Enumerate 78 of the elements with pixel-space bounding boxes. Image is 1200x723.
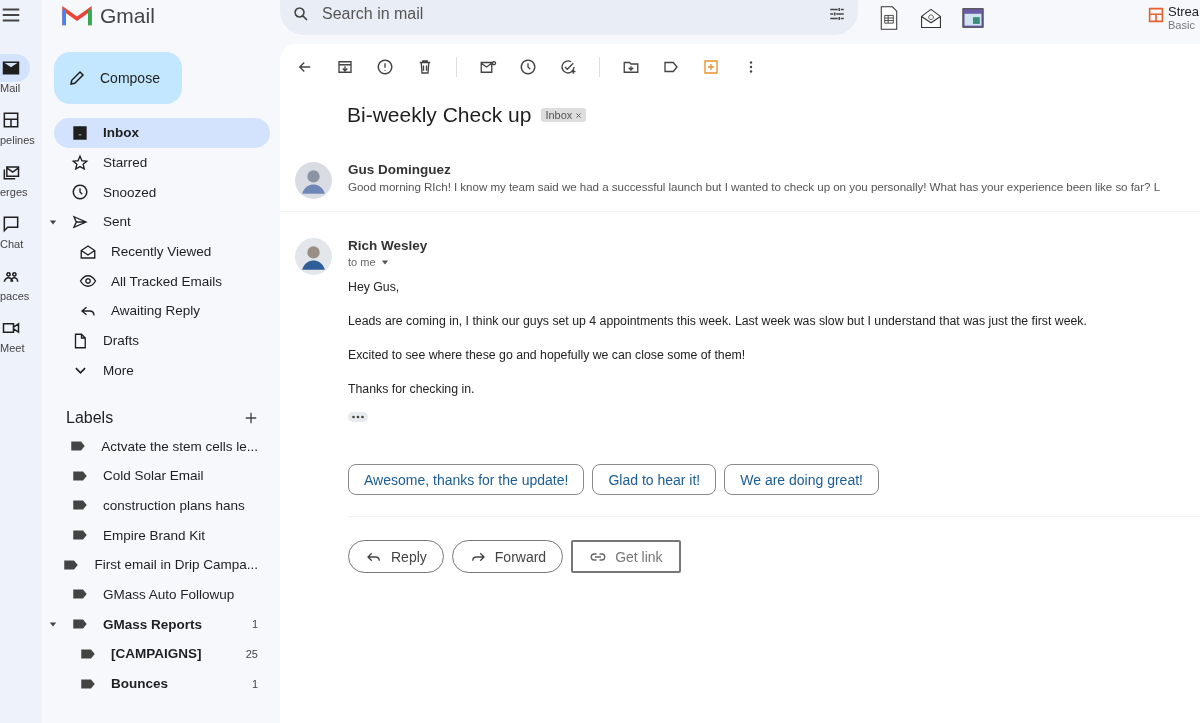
nav-item[interactable]: Starred [42,147,270,178]
mail-icon [1,58,21,78]
chevron-icon [74,366,86,374]
smart-reply-button[interactable]: Awesome, thanks for the update! [348,464,585,495]
nav-item[interactable]: Drafts [42,325,270,356]
label-item[interactable]: Empire Brand Kit [42,520,270,550]
message-paragraph: Excited to see where these go and hopefully we can close some of them! [348,348,746,362]
smart-reply-button[interactable]: We are doing great! [724,464,879,495]
sender-name: Rich Wesley [348,238,428,253]
dashboard-icon[interactable] [962,6,984,30]
nav-item[interactable]: Inbox [54,118,270,148]
snooze-icon[interactable] [519,58,537,76]
app-name: Gmail [100,4,155,28]
pipelines-icon [1,110,21,130]
message-paragraph: Thanks for checking in. [348,382,475,396]
email-subject: Bi-weekly Check up [347,103,532,127]
nav-item[interactable]: Recently Viewed [42,236,270,267]
compose-button[interactable]: Compose [54,52,182,104]
label-item[interactable]: Cold Solar Email [42,460,270,491]
mail-at-icon[interactable] [920,6,942,30]
archive-icon[interactable] [336,58,354,76]
caret-icon [380,258,389,266]
chat-icon [1,214,21,234]
message-snippet: Good morning RIch! I know my team said we had a successful launch but I wanted to check up on you personally! What has your experience been like so far? L [348,180,1161,193]
nav-item[interactable]: Awaiting Reply [42,296,270,326]
nav-item[interactable]: Sent [42,207,270,237]
caret-icon[interactable] [49,217,57,226]
search-field[interactable]: Search in mail [280,0,858,35]
clock-icon [71,183,89,202]
report-icon[interactable] [376,58,394,76]
rail-label[interactable]: paces [0,290,30,302]
unread-count: 25 [245,647,258,660]
inbox-label-chip[interactable]: Inbox [541,108,587,122]
label-item[interactable]: First email in Drip Campa... [42,549,270,580]
extension-plan: Basic [1168,19,1196,32]
forward-button[interactable]: Forward [451,540,564,573]
gmail-logo-icon [62,5,92,27]
nav-item[interactable]: More [42,355,270,386]
filter-sliders-icon[interactable] [828,5,846,23]
rail-label[interactable]: Meet [0,342,25,354]
unread-count: 1 [251,618,258,631]
link-button[interactable]: Get link [571,540,681,573]
rail-label[interactable]: Chat [0,238,24,250]
rail-label[interactable]: pelines [0,134,35,146]
add-task-icon[interactable] [559,58,577,76]
avatar-silhouette-icon [295,162,332,199]
labels-heading: Labels [66,409,114,428]
message-paragraph: Hey Gus, [348,280,400,294]
extension-name[interactable]: Strea [1168,4,1200,20]
unread-mail-icon[interactable] [479,58,497,76]
label-item[interactable]: [CAMPAIGNS] 25 [42,639,270,669]
nav-item[interactable]: All Tracked Emails [42,266,270,297]
search-icon [292,5,310,23]
show-trimmed-icon[interactable] [348,412,368,422]
label-item[interactable]: Bounces 1 [42,668,270,699]
unread-count: 1 [251,677,258,690]
label-item[interactable]: GMass Auto Followup [42,579,270,610]
avatar-silhouette-icon [295,238,332,275]
label-item[interactable]: Actvate the stem cells le... [42,431,270,461]
rail-icon-pill[interactable] [0,54,30,82]
streak-logo-icon[interactable] [1148,6,1164,23]
label-item[interactable]: GMass Reports 1 [42,609,270,639]
rail-label[interactable]: erges [0,186,28,198]
search-input[interactable]: Search in mail [320,4,818,24]
label-item[interactable]: construction plans hans [42,490,270,521]
recipient-dropdown[interactable]: to me [348,256,389,268]
sender-name: Gus Dominguez [348,162,452,177]
reply-button[interactable]: Reply [348,540,444,573]
close-icon[interactable] [575,111,583,119]
inbox-icon [71,123,89,142]
star-icon [71,153,89,172]
pencil-icon [68,69,86,87]
message-paragraph: Leads are coming in, I think our guys set up 4 appointments this week. Last week was slow but I understand that was just the first week. [348,314,1087,328]
nav-item[interactable]: Snoozed [42,177,270,208]
caret-icon[interactable] [49,620,57,629]
smart-reply-button[interactable]: Glad to hear it! [592,464,717,495]
spreadsheet-icon[interactable] [878,6,900,30]
rail-label[interactable]: Mail [0,82,21,94]
